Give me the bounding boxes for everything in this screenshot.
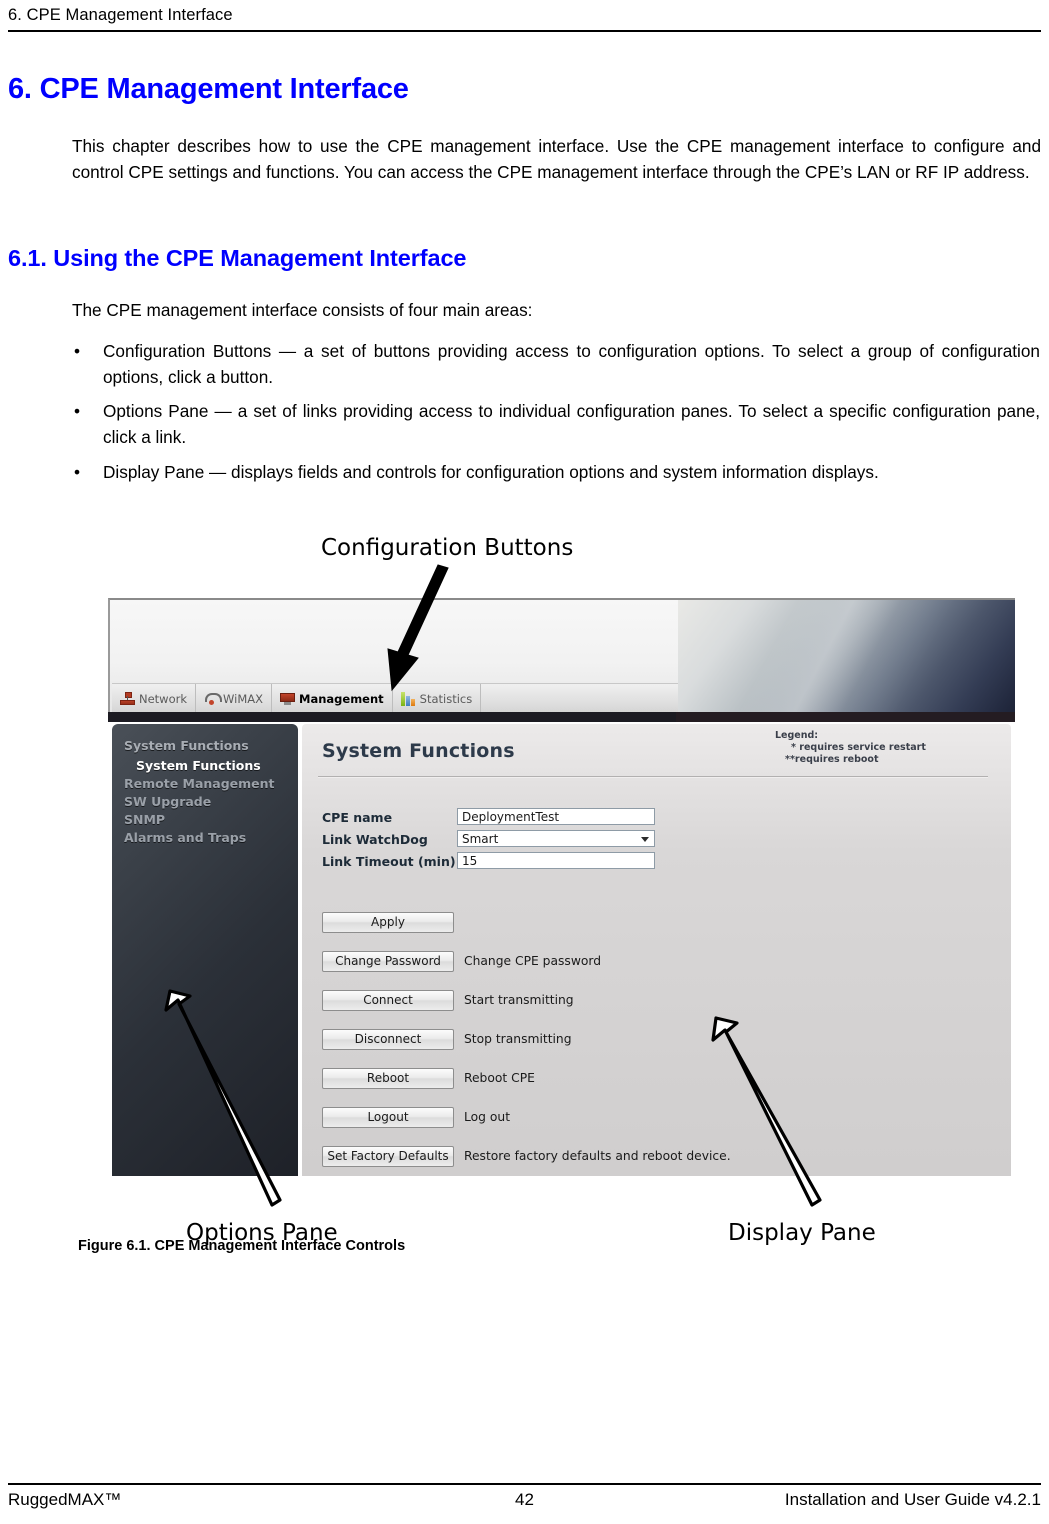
connect-button[interactable]: Connect — [322, 990, 454, 1011]
action-description: Log out — [464, 1110, 511, 1124]
running-head: 6. CPE Management Interface — [8, 6, 233, 24]
tab-label: Management — [299, 691, 384, 706]
display-pane: System Functions Legend: * requires serv… — [302, 724, 1011, 1176]
section-title: 6.1. Using the CPE Management Interface — [8, 245, 467, 271]
bullet-marker: • — [74, 462, 81, 482]
action-description: Stop transmitting — [464, 1032, 572, 1046]
reboot-button[interactable]: Reboot — [322, 1068, 454, 1089]
header-rule — [8, 30, 1041, 32]
legend: Legend: * requires service restart **req… — [775, 730, 995, 766]
tab-statistics[interactable]: Statistics — [393, 684, 482, 713]
cpe-management-interface-screenshot: Network WiMAX Management Statistics Syst… — [108, 598, 1015, 1178]
tab-wimax[interactable]: WiMAX — [196, 684, 273, 713]
option-link-alarms-and-traps[interactable]: Alarms and Traps — [124, 830, 294, 845]
app-body: System Functions System Functions Remote… — [108, 722, 1015, 1178]
tab-network[interactable]: Network — [112, 684, 197, 713]
network-icon — [120, 691, 135, 706]
chevron-down-icon — [641, 837, 649, 842]
intro-paragraph: This chapter describes how to use the CP… — [72, 136, 1041, 182]
callout-display-pane: Display Pane — [728, 1220, 876, 1246]
callout-configuration-buttons: Configuration Buttons — [321, 535, 574, 561]
options-group-heading: System Functions — [124, 738, 249, 753]
logout-button[interactable]: Logout — [322, 1107, 454, 1128]
link-timeout-input[interactable]: 15 — [457, 852, 655, 869]
option-link-remote-management[interactable]: Remote Management — [124, 776, 294, 791]
configuration-buttons-tabstrip[interactable]: Network WiMAX Management Statistics — [112, 683, 678, 713]
field-label: Link WatchDog — [322, 832, 428, 847]
app-banner: Network WiMAX Management Statistics — [108, 598, 1015, 714]
field-label: Link Timeout (min) — [322, 854, 456, 869]
set-factory-defaults-button[interactable]: Set Factory Defaults — [322, 1146, 454, 1167]
legend-title: Legend: — [775, 730, 819, 741]
footer-guide-title: Installation and User Guide v4.2.1 — [784, 1490, 1041, 1509]
change-password-button[interactable]: Change Password — [322, 951, 454, 972]
footer-rule — [8, 1483, 1041, 1485]
options-pane[interactable]: System Functions System Functions Remote… — [112, 724, 298, 1176]
bullet-marker: • — [74, 341, 81, 361]
option-link-system-functions[interactable]: System Functions — [124, 758, 294, 773]
list-item: • Display Pane — displays fields and con… — [74, 459, 1040, 485]
wimax-antenna-icon — [204, 692, 223, 706]
legend-line-service-restart: * requires service restart — [791, 742, 926, 753]
list-item: • Configuration Buttons — a set of butto… — [74, 338, 1040, 390]
bar-chart-icon — [400, 691, 416, 706]
tab-label: Statistics — [419, 691, 473, 706]
display-pane-rule — [318, 776, 988, 778]
action-description: Change CPE password — [464, 954, 602, 968]
banner-gradient-graphic — [678, 600, 1015, 714]
section-lead: The CPE management interface consists of… — [72, 300, 533, 320]
page-title: 6. CPE Management Interface — [8, 73, 409, 105]
link-watchdog-value: Smart — [462, 832, 499, 846]
action-description: Restore factory defaults and reboot devi… — [464, 1149, 731, 1163]
cpe-name-input[interactable]: DeploymentTest — [457, 808, 655, 825]
option-link-snmp[interactable]: SNMP — [124, 812, 294, 827]
tab-label: Network — [139, 691, 188, 706]
list-item: • Options Pane — a set of links providin… — [74, 398, 1040, 450]
tab-label: WiMAX — [223, 691, 264, 706]
list-item-text: Options Pane — a set of links providing … — [103, 401, 1040, 447]
monitor-icon — [280, 692, 296, 706]
app-dark-separator-right — [676, 712, 1015, 722]
display-pane-title: System Functions — [322, 740, 515, 762]
action-description: Reboot CPE — [464, 1071, 535, 1085]
link-watchdog-select[interactable]: Smart — [457, 830, 655, 847]
list-item-text: Display Pane — displays fields and contr… — [103, 462, 879, 482]
list-item-text: Configuration Buttons — a set of buttons… — [103, 341, 1040, 387]
action-description: Start transmitting — [464, 993, 574, 1007]
apply-button[interactable]: Apply — [322, 912, 454, 933]
disconnect-button[interactable]: Disconnect — [322, 1029, 454, 1050]
bullet-marker: • — [74, 401, 81, 421]
figure-caption: Figure 6.1. CPE Management Interface Con… — [78, 1238, 406, 1254]
legend-line-reboot: **requires reboot — [785, 754, 879, 765]
field-label: CPE name — [322, 810, 393, 825]
option-link-sw-upgrade[interactable]: SW Upgrade — [124, 794, 294, 809]
tab-management[interactable]: Management — [272, 684, 393, 713]
options-group: System Functions System Functions Remote… — [124, 738, 294, 848]
